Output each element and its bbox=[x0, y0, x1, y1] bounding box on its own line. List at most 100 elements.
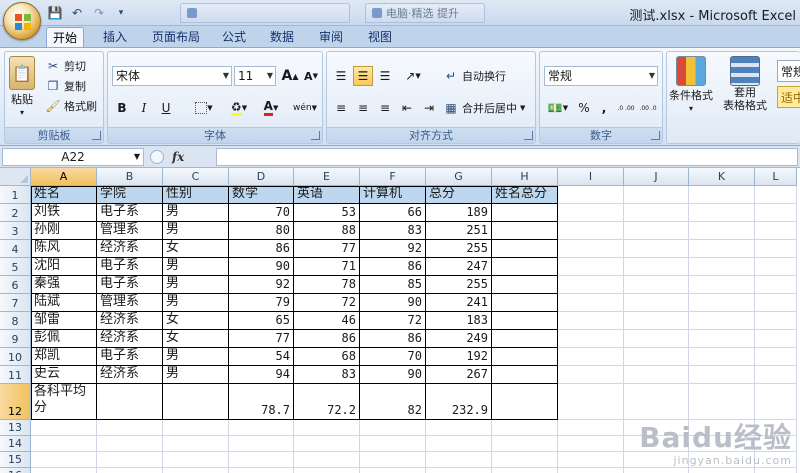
table-cell[interactable]: 247 bbox=[426, 258, 492, 276]
align-left-button[interactable]: ≡ bbox=[331, 98, 351, 118]
empty-cell[interactable] bbox=[689, 468, 755, 473]
table-cell[interactable] bbox=[492, 222, 558, 240]
table-cell[interactable]: 管理系 bbox=[97, 294, 163, 312]
table-cell[interactable]: 65 bbox=[229, 312, 294, 330]
table-cell[interactable]: 92 bbox=[229, 276, 294, 294]
empty-cell[interactable] bbox=[294, 468, 360, 473]
empty-cell[interactable] bbox=[624, 222, 689, 240]
font-size-select[interactable]: 11 ▼ bbox=[234, 66, 276, 86]
empty-cell[interactable] bbox=[689, 312, 755, 330]
empty-cell[interactable] bbox=[229, 468, 294, 473]
empty-cell[interactable] bbox=[426, 436, 492, 452]
column-header-K[interactable]: K bbox=[689, 168, 755, 186]
orientation-button[interactable]: ↗ ▼ bbox=[399, 66, 427, 86]
empty-cell[interactable] bbox=[558, 468, 624, 473]
table-cell[interactable]: 陈风 bbox=[31, 240, 97, 258]
currency-button[interactable]: 💵 ▼ bbox=[544, 98, 572, 118]
dialog-launcher-icon[interactable] bbox=[651, 131, 660, 140]
empty-cell[interactable] bbox=[558, 330, 624, 348]
empty-cell[interactable] bbox=[689, 330, 755, 348]
table-cell[interactable]: 经济系 bbox=[97, 240, 163, 258]
empty-cell[interactable] bbox=[624, 366, 689, 384]
table-cell[interactable]: 92 bbox=[360, 240, 426, 258]
table-cell[interactable] bbox=[97, 384, 163, 420]
empty-cell[interactable] bbox=[558, 366, 624, 384]
column-header-G[interactable]: G bbox=[426, 168, 492, 186]
column-header-I[interactable]: I bbox=[558, 168, 624, 186]
percent-button[interactable]: % bbox=[574, 98, 594, 118]
copy-button[interactable]: ❐ 复制 bbox=[45, 78, 86, 94]
row-header-9[interactable]: 9 bbox=[0, 330, 31, 348]
cell-style-neutral[interactable]: 适中 bbox=[777, 86, 800, 108]
table-cell[interactable]: 邹雷 bbox=[31, 312, 97, 330]
table-cell[interactable]: 66 bbox=[360, 204, 426, 222]
formula-expand-icon[interactable] bbox=[150, 150, 164, 164]
table-cell[interactable]: 刘铁 bbox=[31, 204, 97, 222]
table-cell[interactable]: 79 bbox=[229, 294, 294, 312]
row-header-10[interactable]: 10 bbox=[0, 348, 31, 366]
table-cell[interactable]: 189 bbox=[426, 204, 492, 222]
table-cell[interactable]: 陆斌 bbox=[31, 294, 97, 312]
row-header-11[interactable]: 11 bbox=[0, 366, 31, 384]
table-header-cell[interactable]: 学院 bbox=[97, 186, 163, 204]
table-cell[interactable]: 83 bbox=[294, 366, 360, 384]
dialog-launcher-icon[interactable] bbox=[92, 131, 101, 140]
empty-cell[interactable] bbox=[492, 436, 558, 452]
table-cell[interactable] bbox=[492, 240, 558, 258]
empty-cell[interactable] bbox=[558, 240, 624, 258]
empty-cell[interactable] bbox=[360, 468, 426, 473]
table-cell[interactable]: 男 bbox=[163, 204, 229, 222]
tab-home[interactable]: 开始 bbox=[46, 27, 85, 47]
cut-button[interactable]: ✂ 剪切 bbox=[45, 58, 86, 74]
number-format-select[interactable]: 常规 ▼ bbox=[544, 66, 658, 86]
table-cell[interactable]: 秦强 bbox=[31, 276, 97, 294]
table-cell[interactable]: 男 bbox=[163, 222, 229, 240]
empty-cell[interactable] bbox=[624, 240, 689, 258]
conditional-formatting-button[interactable]: 条件格式 ▾ bbox=[669, 56, 713, 113]
format-painter-button[interactable]: 🖌 格式刷 bbox=[45, 98, 97, 114]
table-cell[interactable]: 241 bbox=[426, 294, 492, 312]
empty-cell[interactable] bbox=[97, 436, 163, 452]
empty-cell[interactable] bbox=[624, 468, 689, 473]
table-cell[interactable]: 86 bbox=[294, 330, 360, 348]
empty-cell[interactable] bbox=[558, 258, 624, 276]
table-cell[interactable]: 电子系 bbox=[97, 258, 163, 276]
row-header-13[interactable]: 13 bbox=[0, 420, 31, 436]
tab-formulas[interactable]: 公式 bbox=[216, 27, 252, 47]
tab-review[interactable]: 审阅 bbox=[313, 27, 349, 47]
table-cell[interactable]: 男 bbox=[163, 276, 229, 294]
empty-cell[interactable] bbox=[558, 436, 624, 452]
row-header-3[interactable]: 3 bbox=[0, 222, 31, 240]
align-bottom-button[interactable]: ☰ bbox=[375, 66, 395, 86]
comma-button[interactable]: , bbox=[594, 98, 614, 118]
empty-cell[interactable] bbox=[558, 348, 624, 366]
table-cell[interactable] bbox=[492, 312, 558, 330]
table-cell[interactable]: 54 bbox=[229, 348, 294, 366]
table-cell[interactable]: 电子系 bbox=[97, 348, 163, 366]
row-header-5[interactable]: 5 bbox=[0, 258, 31, 276]
empty-cell[interactable] bbox=[624, 330, 689, 348]
table-cell[interactable]: 249 bbox=[426, 330, 492, 348]
empty-cell[interactable] bbox=[163, 420, 229, 436]
italic-button[interactable]: I bbox=[134, 98, 154, 118]
table-cell[interactable]: 77 bbox=[229, 330, 294, 348]
tab-page-layout[interactable]: 页面布局 bbox=[146, 27, 206, 47]
empty-cell[interactable] bbox=[492, 452, 558, 468]
table-cell[interactable]: 94 bbox=[229, 366, 294, 384]
table-cell[interactable]: 史云 bbox=[31, 366, 97, 384]
empty-cell[interactable] bbox=[624, 348, 689, 366]
table-cell[interactable] bbox=[492, 204, 558, 222]
empty-cell[interactable] bbox=[163, 452, 229, 468]
table-cell[interactable]: 彭佩 bbox=[31, 330, 97, 348]
empty-cell[interactable] bbox=[163, 436, 229, 452]
column-header-J[interactable]: J bbox=[624, 168, 689, 186]
table-cell[interactable]: 83 bbox=[360, 222, 426, 240]
empty-cell[interactable] bbox=[163, 468, 229, 473]
increase-indent-button[interactable]: ⇥ bbox=[419, 98, 439, 118]
shrink-font-button[interactable]: A ▼ bbox=[301, 66, 321, 86]
row-header-14[interactable]: 14 bbox=[0, 436, 31, 452]
table-cell[interactable] bbox=[492, 384, 558, 420]
table-cell[interactable]: 80 bbox=[229, 222, 294, 240]
table-cell[interactable]: 71 bbox=[294, 258, 360, 276]
table-cell[interactable]: 232.9 bbox=[426, 384, 492, 420]
